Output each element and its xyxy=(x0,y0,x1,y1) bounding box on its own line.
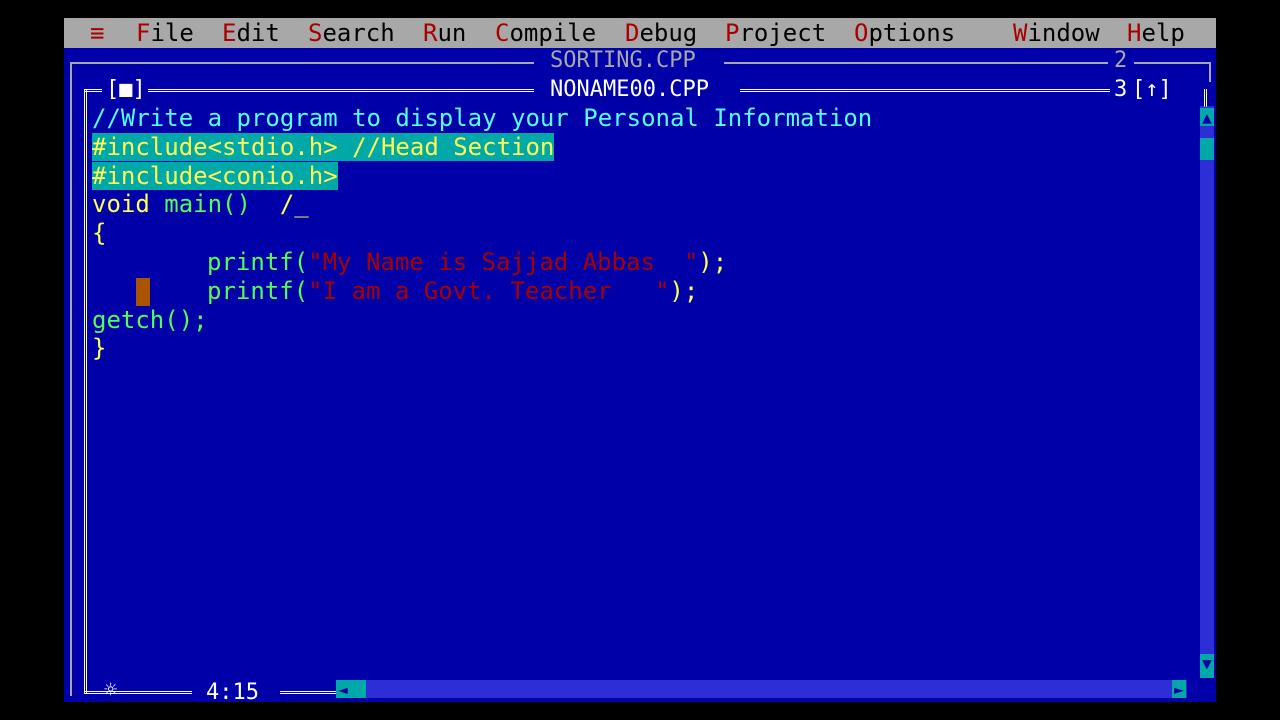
system-menu-icon[interactable]: ≡ xyxy=(90,18,104,48)
menu-help[interactable]: Help xyxy=(1127,18,1185,48)
menu-debug[interactable]: Debug xyxy=(625,18,697,48)
text-cursor xyxy=(136,278,150,306)
menu-run-hotkey: R xyxy=(423,19,438,47)
menu-options-hotkey: O xyxy=(854,19,869,47)
back-window-right-border xyxy=(1209,62,1211,82)
back-window-top-border-left xyxy=(70,62,534,64)
menu-project[interactable]: Project xyxy=(725,18,826,48)
close-box-label: [■] xyxy=(106,77,146,102)
code-line-8: getch(); xyxy=(92,306,208,335)
menu-options-label: ptions xyxy=(868,19,956,47)
menu-search-hotkey: S xyxy=(308,19,323,47)
menu-help-hotkey: H xyxy=(1127,19,1142,47)
code-line-1: //Write a program to display your Person… xyxy=(92,104,872,133)
close-box[interactable]: [■] xyxy=(106,77,146,103)
code-line-7: printf("I am a Govt. Teacher "); xyxy=(207,277,698,306)
preprocessor-directive: #include<conio.h> xyxy=(92,161,338,190)
menu-window-hotkey: W xyxy=(1013,19,1028,47)
menu-window-label: indow xyxy=(1027,19,1100,47)
menu-window[interactable]: Window xyxy=(1013,18,1100,48)
window-number: 3 xyxy=(1114,77,1128,102)
code-text: { xyxy=(92,219,107,248)
menu-file-label: ile xyxy=(150,19,194,47)
editor-top-border xyxy=(148,89,534,92)
scroll-right-arrow-icon[interactable]: ► xyxy=(1172,680,1186,699)
menu-project-hotkey: P xyxy=(725,19,740,47)
zoom-box-label: [↑] xyxy=(1132,77,1172,102)
function-name: main() xyxy=(164,190,251,219)
function-name: printf( xyxy=(207,276,309,305)
menu-edit[interactable]: Edit xyxy=(222,18,280,48)
back-window-top-border-right xyxy=(724,62,1108,64)
code-text: ); xyxy=(698,248,728,276)
cursor-position: 4:15 xyxy=(206,680,259,702)
modified-marker-icon: ☼ xyxy=(104,678,118,702)
turbo-cpp-screen: ≡ File Edit Search Run Compile Debug Pro… xyxy=(64,18,1216,702)
menu-project-label: roject xyxy=(739,19,827,47)
menu-bar: ≡ File Edit Search Run Compile Debug Pro… xyxy=(64,18,1216,48)
back-window-top-border-end xyxy=(1134,62,1210,64)
back-window-number: 2 xyxy=(1114,48,1128,73)
menu-compile-label: ompile xyxy=(509,19,597,47)
code-text: /_ xyxy=(250,190,309,219)
code-line-5: { xyxy=(92,219,106,248)
back-window-title[interactable]: SORTING.CPP xyxy=(550,48,696,74)
editor-left-border xyxy=(84,89,87,693)
code-text: } xyxy=(92,334,107,363)
menu-file-hotkey: F xyxy=(136,19,151,47)
code-line-6: printf("My Name is Sajjad Abbas "); xyxy=(207,248,727,277)
horizontal-scrollbar[interactable] xyxy=(347,680,1187,698)
comment: //Write a program to display your Person… xyxy=(92,104,873,132)
code-line-4: void main() /_ xyxy=(92,190,309,219)
menu-run[interactable]: Run xyxy=(423,18,466,48)
menu-edit-label: dit xyxy=(236,19,280,47)
keyword: void xyxy=(92,190,165,219)
editor-window-title: NONAME00.CPP xyxy=(550,77,709,102)
menu-file[interactable]: File xyxy=(136,18,194,48)
editor-bottom-border-mid xyxy=(280,691,338,694)
menu-edit-hotkey: E xyxy=(222,19,237,47)
editor-right-border xyxy=(1204,89,1207,107)
back-window-left-border xyxy=(70,62,72,696)
preprocessor-directive: #include<stdio.h> //Head Section xyxy=(92,132,555,161)
menu-compile-hotkey: C xyxy=(495,19,510,47)
horizontal-scroll-thumb[interactable] xyxy=(350,680,366,698)
code-line-3: #include<conio.h> xyxy=(92,161,338,191)
menu-options[interactable]: Options xyxy=(854,18,955,48)
menu-debug-label: ebug xyxy=(639,19,698,47)
function-name: getch(); xyxy=(92,305,208,334)
editor-top-border-right xyxy=(740,89,1110,92)
menu-help-label: elp xyxy=(1141,19,1185,47)
string-literal: "My Name is Sajjad Abbas " xyxy=(308,248,699,276)
editor-bottom-border-left xyxy=(84,691,192,694)
code-text: ); xyxy=(669,276,699,305)
vertical-scroll-thumb[interactable] xyxy=(1200,138,1214,160)
code-line-9: } xyxy=(92,334,106,363)
function-name: printf( xyxy=(207,248,309,276)
vertical-scrollbar[interactable] xyxy=(1200,106,1214,654)
code-line-2: #include<stdio.h> //Head Section xyxy=(92,132,555,162)
string-literal: "I am a Govt. Teacher " xyxy=(308,276,670,305)
scroll-down-arrow-icon[interactable]: ▼ xyxy=(1200,654,1214,678)
menu-run-label: un xyxy=(437,19,467,47)
menu-search-label: earch xyxy=(322,19,395,47)
menu-search[interactable]: Search xyxy=(308,18,395,48)
scroll-up-arrow-icon[interactable]: ▲ xyxy=(1200,108,1214,127)
menu-debug-hotkey: D xyxy=(625,19,640,47)
code-editor[interactable]: //Write a program to display your Person… xyxy=(92,104,872,421)
scroll-left-arrow-icon[interactable]: ◄ xyxy=(336,680,350,699)
zoom-box[interactable]: [↑] xyxy=(1132,77,1172,103)
menu-compile[interactable]: Compile xyxy=(495,18,596,48)
